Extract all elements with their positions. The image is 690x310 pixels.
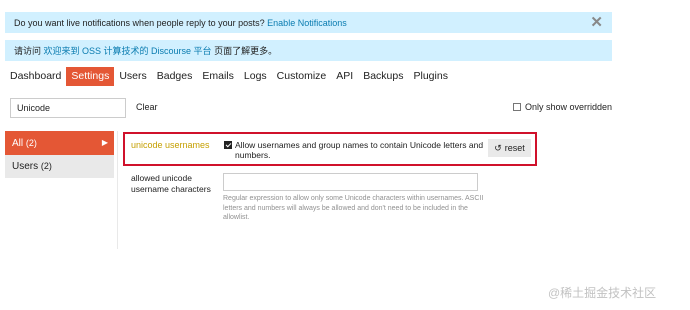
clear-button[interactable]: Clear: [136, 102, 158, 112]
only-overridden-label: Only show overridden: [525, 102, 613, 112]
close-icon[interactable]: ✕: [590, 14, 603, 31]
unicode-usernames-description: Allow usernames and group names to conta…: [235, 140, 484, 160]
allowed-characters-label: allowed unicode username characters: [131, 173, 211, 194]
content-divider: [117, 131, 118, 249]
sidebar-item-count: (2): [40, 161, 52, 171]
allowed-characters-description: Regular expression to allow only some Un…: [223, 195, 484, 221]
tab-dashboard[interactable]: Dashboard: [5, 67, 66, 86]
undo-icon: ↺: [494, 142, 502, 153]
watermark: @稀土掘金技术社区: [548, 286, 657, 300]
reset-button-label: reset: [504, 143, 525, 153]
visit-banner: 请访问 欢迎来到 OSS 计算技术的 Discourse 平台 页面了解更多。: [5, 40, 612, 61]
tab-api[interactable]: API: [331, 67, 358, 86]
reset-button[interactable]: ↺ reset: [488, 139, 531, 157]
only-overridden-toggle[interactable]: Only show overridden: [513, 102, 612, 112]
unicode-usernames-label: unicode usernames: [131, 140, 210, 150]
chevron-right-icon: ▶: [101, 138, 108, 147]
visit-prefix: 请访问: [14, 46, 42, 56]
settings-category-sidebar: All (2) ▶ Users (2): [5, 131, 114, 178]
visit-suffix: 页面了解更多。: [214, 46, 278, 56]
notifications-banner-text: Do you want live notifications when peop…: [14, 17, 265, 28]
notifications-banner: Do you want live notifications when peop…: [5, 12, 612, 33]
allowed-characters-input[interactable]: [223, 173, 478, 191]
sidebar-item-label: All: [12, 138, 24, 149]
tab-customize[interactable]: Customize: [272, 67, 332, 86]
visit-link[interactable]: 欢迎来到 OSS 计算技术的 Discourse 平台: [44, 44, 212, 57]
sidebar-item-label: Users: [12, 161, 39, 172]
tab-users[interactable]: Users: [114, 67, 151, 86]
tab-emails[interactable]: Emails: [197, 67, 239, 86]
settings-filter-input[interactable]: [10, 98, 126, 118]
tab-plugins[interactable]: Plugins: [409, 67, 453, 86]
unicode-usernames-checkbox-row[interactable]: Allow usernames and group names to conta…: [224, 140, 485, 160]
sidebar-item-users[interactable]: Users (2): [5, 155, 114, 178]
enable-notifications-link[interactable]: Enable Notifications: [267, 18, 347, 28]
checkbox-icon[interactable]: [224, 141, 232, 149]
checkbox-icon[interactable]: [513, 103, 521, 111]
tab-settings[interactable]: Settings: [66, 67, 115, 86]
sidebar-item-count: (2): [25, 138, 37, 148]
tab-backups[interactable]: Backups: [358, 67, 408, 86]
admin-nav: Dashboard Settings Users Badges Emails L…: [5, 67, 453, 86]
tab-logs[interactable]: Logs: [239, 67, 272, 86]
tab-badges[interactable]: Badges: [152, 67, 198, 86]
sidebar-item-all[interactable]: All (2) ▶: [5, 131, 114, 155]
